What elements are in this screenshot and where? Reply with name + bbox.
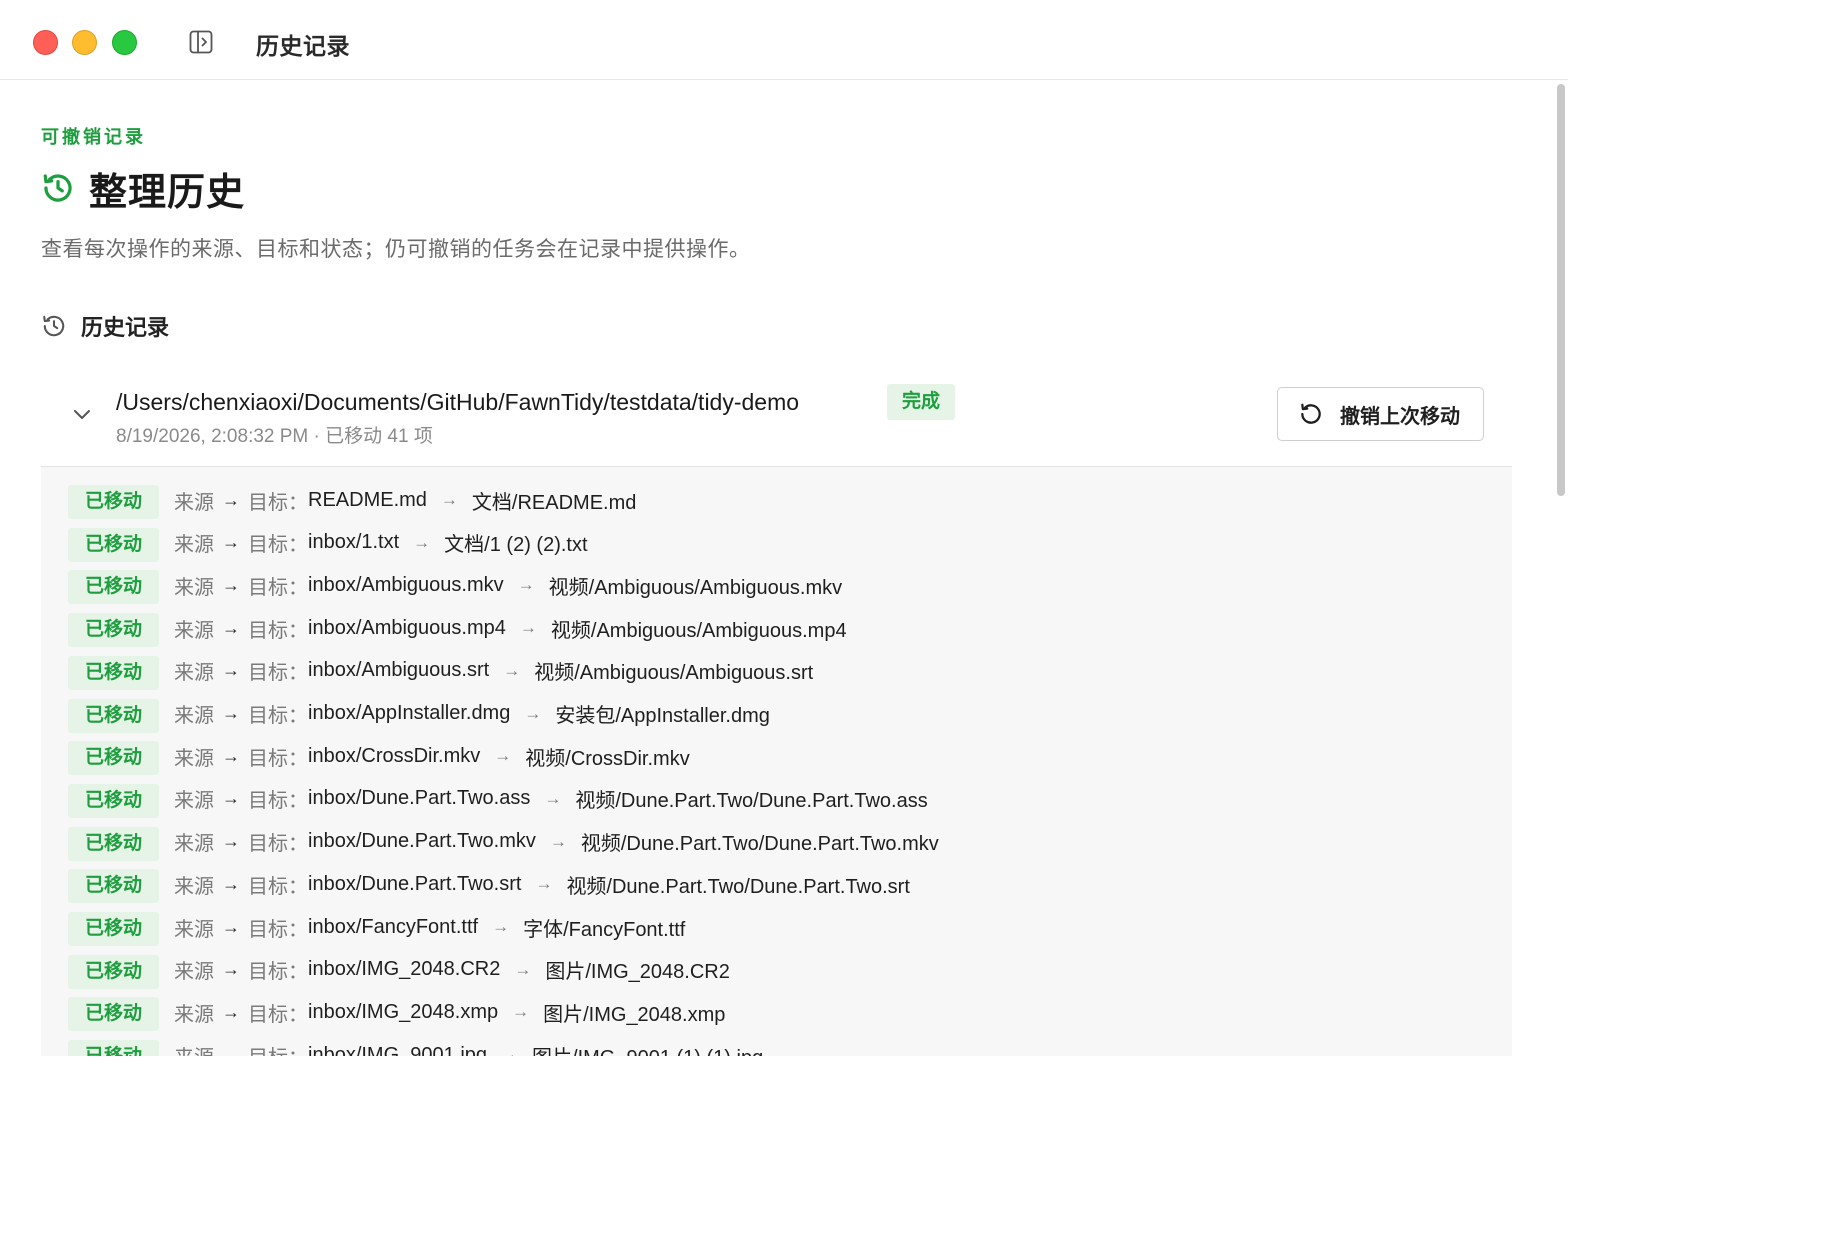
list-item: 已移动来源 → 目标：inbox/IMG_9001.jpg → 图片/IMG_9001 … [41, 1022, 1512, 1056]
list-item: 已移动 来源 → 目标： inbox/IMG_2048.CR2 → 图片/IMG_2048.… [41, 937, 1512, 989]
sidebar-toggle-icon[interactable] [188, 29, 214, 55]
page-eyebrow: 可撤销记录 [41, 127, 146, 147]
vertical-scrollbar[interactable] [1557, 84, 1565, 496]
history-clock-icon [41, 313, 67, 339]
source-label: 来源 [174, 1041, 214, 1056]
right-arrow-icon: → [222, 1044, 240, 1056]
list-item: 已移动 来源 → 目标： inbox/Dune.Part.Two.mkv → 视频/Dune… [41, 809, 1512, 861]
right-arrow-icon: → [222, 489, 240, 510]
undo-arrow-icon [1298, 401, 1324, 427]
right-arrow-icon: → [222, 703, 240, 723]
undo-last-move-button[interactable]: 撤销上次移动 [1277, 387, 1484, 441]
source-path: inbox/IMG_2048.xmp [308, 1000, 499, 1023]
right-arrow-icon: → [519, 618, 537, 638]
source-path: inbox/CrossDir.mkv [308, 744, 481, 767]
right-arrow-icon: → [222, 617, 240, 638]
right-arrow-icon: → [222, 1001, 240, 1022]
list-item: 已移动 来源 → 目标： inbox/IMG_2048.xmp → 图片/IMG_2048.… [41, 979, 1512, 1032]
right-arrow-icon: → [524, 703, 542, 723]
right-arrow-icon: → [222, 532, 240, 553]
list-item: 已移动 来源 → 目标： inbox/Dune.Part.Two.ass → 视频/Dune… [41, 766, 1512, 818]
right-arrow-icon: → [503, 660, 521, 680]
target-label: 目标 [248, 1041, 288, 1056]
page-title-row: 整理历史 [41, 163, 246, 214]
window-title: 历史记录 [256, 33, 350, 59]
list-item: 已移动 来源 → 目标： inbox/1.txt → 文档/1 (2) (2).txt [41, 510, 1512, 562]
right-arrow-icon: → [535, 874, 553, 894]
list-item: 已移动 来源 → 目标： inbox/Ambiguous.mkv → 视频/Ambiguou… [41, 552, 1512, 605]
source-path: inbox/Ambiguous.mp4 [308, 616, 506, 639]
right-arrow-icon: → [222, 831, 240, 852]
page-title: 整理历史 [89, 171, 246, 214]
colon: ： [288, 1041, 308, 1056]
status-badge: 完成 [887, 384, 956, 420]
right-arrow-icon: → [544, 788, 562, 808]
source-path: inbox/Ambiguous.srt [308, 659, 490, 682]
list-item: 已移动 来源 → 目标： inbox/AppInstaller.dmg → 安装包/AppI… [41, 681, 1512, 733]
right-arrow-icon: → [413, 532, 431, 552]
source-path: inbox/FancyFont.ttf [308, 915, 479, 938]
list-item: 已移动 来源 → 目标： inbox/FancyFont.ttf → 字体/FancyFon… [41, 894, 1512, 946]
right-arrow-icon: → [514, 959, 532, 979]
right-arrow-icon: → [222, 745, 240, 766]
chevron-down-icon[interactable] [71, 403, 93, 425]
destination-path: 图片/IMG_9001 (1) (1).jpg [532, 1041, 763, 1056]
source-path: inbox/AppInstaller.dmg [308, 702, 511, 724]
right-arrow-icon: → [494, 746, 512, 766]
task-path: /Users/chenxiaoxi/Documents/GitHub/FawnT… [116, 389, 800, 415]
history-clock-icon [41, 171, 75, 205]
source-path: inbox/Ambiguous.mkv [308, 573, 504, 596]
list-item: 已移动 来源 → 目标： inbox/Dune.Part.Two.srt → 视频/Dune… [41, 851, 1512, 904]
list-item: 已移动 来源 → 目标： inbox/Ambiguous.srt → 视频/Ambiguou… [41, 638, 1512, 690]
right-arrow-icon: → [222, 788, 240, 809]
zoom-window-button[interactable] [112, 30, 137, 55]
source-path: inbox/1.txt [308, 531, 400, 554]
minimize-window-button[interactable] [72, 30, 97, 55]
page-subtitle: 查看每次操作的来源、目标和状态；仍可撤销的任务会在记录中提供操作。 [41, 238, 751, 261]
list-item: 已移动 来源 → 目标： README.md → 文档/README.md [41, 467, 1512, 519]
undo-button-label: 撤销上次移动 [1340, 405, 1460, 428]
title-bar: 历史记录 [0, 0, 1568, 80]
right-arrow-icon: → [549, 831, 567, 851]
task-meta: 8/19/2026, 2:08:32 PM · 已移动 41 项 [116, 426, 433, 447]
section-header: 历史记录 [41, 311, 169, 341]
source-path: inbox/Dune.Part.Two.srt [308, 872, 522, 895]
source-path: inbox/Dune.Part.Two.mkv [308, 830, 536, 853]
moved-status-badge: 已移动 [68, 1040, 159, 1056]
section-title: 历史记录 [81, 315, 170, 340]
main-content: 可撤销记录 整理历史 查看每次操作的来源、目标和状态；仍可撤销的任务会在记录中提… [0, 81, 1552, 1056]
task-header[interactable]: /Users/chenxiaoxi/Documents/GitHub/FawnT… [41, 373, 1512, 467]
right-arrow-icon: → [222, 916, 240, 937]
list-item: 已移动 来源 → 目标： inbox/CrossDir.mkv → 视频/CrossDir.… [41, 723, 1512, 776]
move-record-list: 已移动 来源 → 目标： README.md → 文档/README.md 已移动 来源 → 目标：… [41, 467, 1512, 1056]
app-window: 历史记录 可撤销记录 整理历史 查看每次操作的来源、目标和状态；仍可撤销的任务会… [0, 0, 1568, 1056]
right-arrow-icon: → [492, 917, 510, 936]
right-arrow-icon: → [517, 575, 535, 595]
right-arrow-icon: → [222, 574, 240, 595]
source-path: inbox/IMG_2048.CR2 [308, 958, 501, 981]
right-arrow-icon: → [501, 1045, 519, 1056]
right-arrow-icon: → [512, 1002, 530, 1022]
close-window-button[interactable] [33, 30, 58, 55]
source-path: README.md [308, 488, 427, 511]
move-description: 来源 → 目标：inbox/IMG_9001.jpg → 图片/IMG_9001 (1)… [174, 1040, 763, 1056]
list-item: 已移动 来源 → 目标： inbox/Ambiguous.mp4 → 视频/Ambiguou… [41, 595, 1512, 648]
right-arrow-icon: → [440, 490, 458, 509]
right-arrow-icon: → [222, 660, 240, 681]
right-arrow-icon: → [222, 873, 240, 894]
source-path: inbox/IMG_9001.jpg [308, 1043, 488, 1056]
source-path: inbox/Dune.Part.Two.ass [308, 787, 531, 810]
right-arrow-icon: → [222, 959, 240, 980]
